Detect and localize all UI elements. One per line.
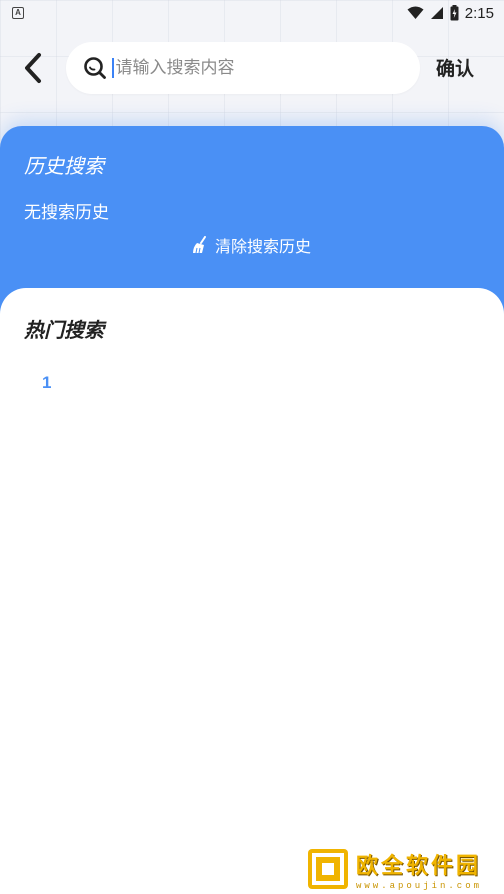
watermark-subtitle: www.apoujin.com [356,880,483,891]
a-square-icon: A [12,7,24,19]
back-button[interactable] [16,50,50,86]
wifi-icon [407,6,424,19]
chevron-left-icon [25,53,41,83]
history-title: 历史搜索 [24,154,104,178]
history-empty-text: 无搜索历史 [24,203,109,223]
search-input[interactable] [115,58,406,78]
hot-search-panel: 热门搜索 1 [0,288,504,894]
status-bar: A 2:15 [0,0,504,26]
hot-search-item[interactable]: 1 [42,373,51,393]
broom-icon [193,236,206,254]
signal-icon [430,7,443,19]
battery-icon [450,5,459,21]
hot-search-title: 热门搜索 [24,318,104,342]
status-time: 2:15 [464,4,494,22]
clear-history-button[interactable]: 清除搜索历史 [192,233,311,257]
clear-history-label: 清除搜索历史 [215,237,312,256]
watermark-title: 欧全软件园 [356,853,482,879]
search-box[interactable] [66,42,420,94]
search-header: 确认 [0,38,504,98]
watermark: 欧全软件园 www.apoujin.com [306,846,498,892]
watermark-logo-icon [308,849,348,889]
search-icon [84,57,106,79]
text-caret [112,58,114,78]
confirm-button[interactable]: 确认 [436,54,474,81]
